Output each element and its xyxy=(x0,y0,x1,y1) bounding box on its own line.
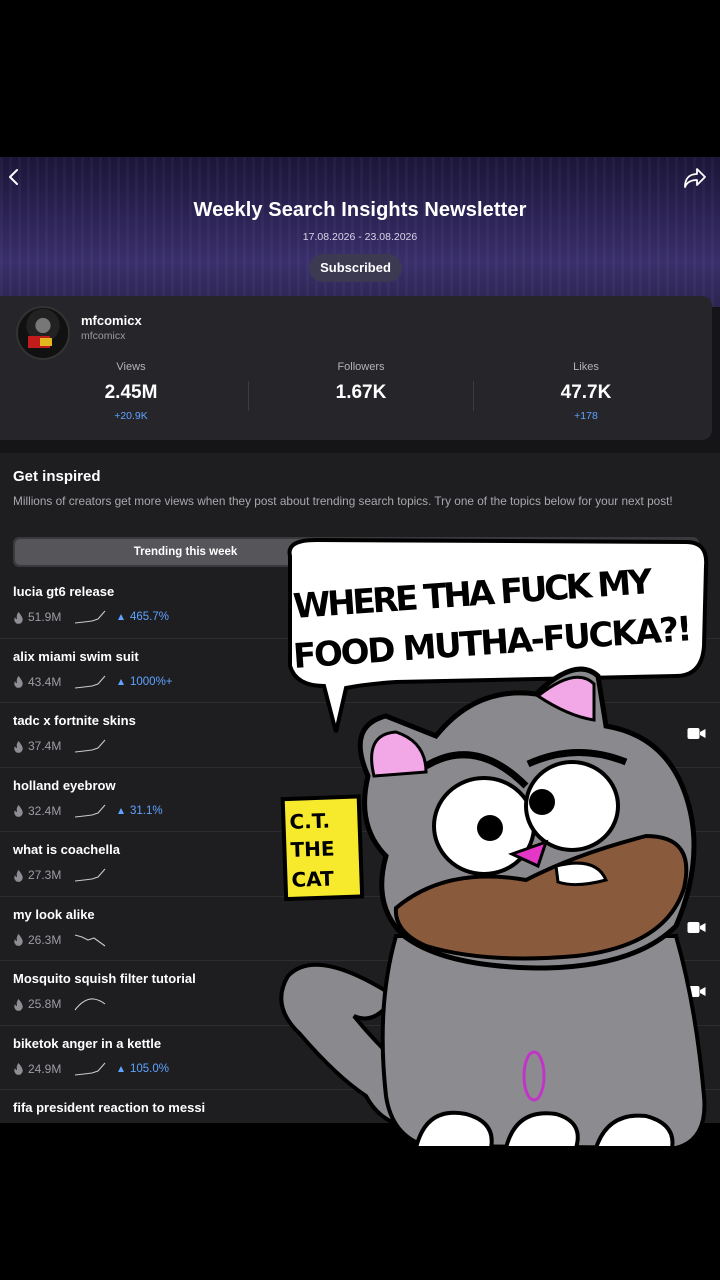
trend-growth: 31.1% xyxy=(118,805,163,817)
stat-value: 1.67K xyxy=(335,382,387,403)
up-triangle-icon xyxy=(118,807,124,814)
page-title: Weekly Search Insights Newsletter xyxy=(193,199,527,221)
trend-growth: 105.0% xyxy=(118,1063,169,1075)
trend-count: 27.3M xyxy=(28,868,62,882)
up-triangle-icon xyxy=(118,1065,124,1072)
trend-growth-value: 1000%+ xyxy=(130,675,173,688)
section-description: Millions of creators get more views when… xyxy=(13,494,673,508)
trend-count: 37.4M xyxy=(28,739,62,753)
display-name: mfcomicx xyxy=(81,313,142,328)
sign-line-3: CAT xyxy=(291,866,334,891)
trend-growth-value: 105.0% xyxy=(130,1062,170,1075)
avatar[interactable] xyxy=(16,306,70,360)
stat-label: Likes xyxy=(573,361,599,373)
trend-meta: 51.9M 465.7% xyxy=(13,609,169,625)
trend-name: what is coachella xyxy=(13,842,120,857)
flame-icon xyxy=(14,998,23,1011)
trend-meta: 32.4M 31.1% xyxy=(13,803,163,819)
sparkline-icon xyxy=(74,739,106,753)
up-triangle-icon xyxy=(118,678,124,685)
sparkline-icon xyxy=(74,933,106,946)
stat-delta: +20.9K xyxy=(114,410,148,422)
trend-growth: 465.7% xyxy=(118,611,169,623)
stat-value: 47.7K xyxy=(560,382,612,403)
trend-meta: 24.9M 105.0% xyxy=(13,1061,169,1077)
flame-icon xyxy=(14,1063,23,1075)
trend-meta: 37.4M xyxy=(13,738,106,754)
stat-followers: Followers 1.67K xyxy=(246,361,476,410)
cat-sticker: WHERE THA FUCK MY FOOD MUTHA-FUCKA?! C.T… xyxy=(279,537,709,1151)
trend-count: 51.9M xyxy=(28,610,62,624)
sparkline-icon xyxy=(74,998,106,1011)
section-heading: Get inspired xyxy=(13,468,101,485)
trend-count: 25.8M xyxy=(28,997,62,1011)
trend-name: Mosquito squish filter tutorial xyxy=(13,971,196,986)
trend-count: 43.4M xyxy=(28,674,62,689)
flame-icon xyxy=(14,611,23,624)
sparkline-icon xyxy=(74,1062,106,1076)
flame-icon xyxy=(14,740,23,753)
sign-line-1: C.T. xyxy=(289,809,330,834)
flame-icon xyxy=(14,676,23,688)
trend-name: lucia gt6 release xyxy=(13,584,115,599)
stat-label: Views xyxy=(116,361,146,373)
trend-count: 32.4M xyxy=(28,803,62,818)
stat-delta: +178 xyxy=(574,410,598,422)
share-icon[interactable] xyxy=(682,165,708,191)
date-range: 17.08.2026 - 23.08.2026 xyxy=(302,231,418,243)
sparkline-icon xyxy=(74,868,106,882)
stat-value: 2.45M xyxy=(104,382,158,403)
flame-icon xyxy=(14,869,23,882)
username: mfcomicx xyxy=(81,330,126,342)
flame-icon xyxy=(14,805,23,817)
trend-name: my look alike xyxy=(13,906,95,922)
trend-growth-value: 465.7% xyxy=(130,611,170,623)
trend-growth: 1000%+ xyxy=(118,676,173,688)
flame-icon xyxy=(14,934,23,946)
stat-label: Followers xyxy=(337,361,385,373)
trend-meta: 27.3M xyxy=(13,867,106,883)
trend-count: 24.9M xyxy=(28,1061,62,1076)
up-triangle-icon xyxy=(118,614,124,620)
trend-meta: 43.4M 1000%+ xyxy=(13,674,173,690)
trend-meta: 25.8M xyxy=(13,996,106,1012)
trend-name: fifa president reaction to messi xyxy=(13,1100,206,1115)
trend-name: holland eyebrow xyxy=(13,777,116,793)
subscribed-button[interactable]: Subscribed xyxy=(309,254,402,282)
sparkline-icon xyxy=(74,675,106,689)
profile-card: mfcomicx mfcomicx Views 2.45M +20.9K Fol… xyxy=(0,296,712,440)
sign-line-2: THE xyxy=(290,836,335,862)
back-arrow-icon[interactable] xyxy=(4,165,24,189)
trend-name: alix miami swim suit xyxy=(13,648,139,664)
trend-growth-value: 31.1% xyxy=(130,804,163,817)
trend-count: 26.3M xyxy=(28,932,62,947)
stat-views: Views 2.45M +20.9K xyxy=(16,361,246,422)
trend-name: tadc x fortnite skins xyxy=(13,713,136,728)
trend-meta: 26.3M xyxy=(13,932,106,948)
trend-name: biketok anger in a kettle xyxy=(13,1035,162,1051)
stat-likes: Likes 47.7K +178 xyxy=(471,361,701,422)
sparkline-icon xyxy=(74,804,106,818)
sparkline-icon xyxy=(74,610,106,624)
